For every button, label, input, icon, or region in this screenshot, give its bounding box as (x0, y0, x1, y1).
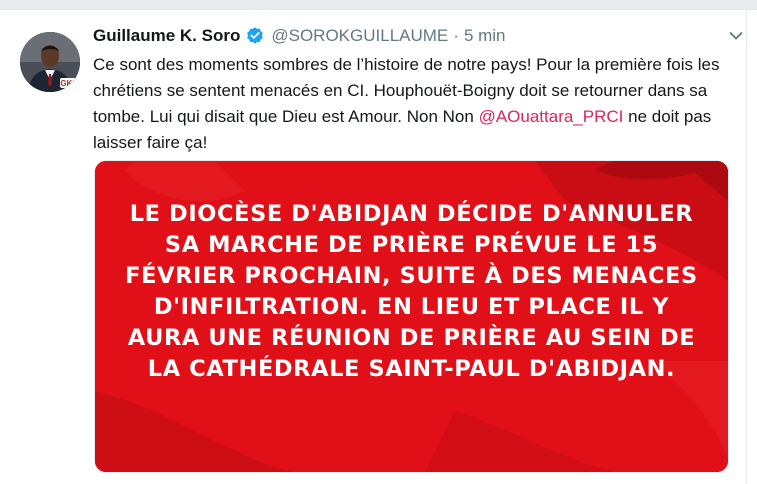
timeline-top-divider (0, 0, 757, 10)
avatar-badge-text: GKS (60, 79, 78, 88)
chevron-down-icon[interactable] (728, 28, 744, 44)
author-display-name[interactable]: Guillaume K. Soro (93, 26, 240, 46)
page: GKS Guillaume K. Soro @SOROKGUILLAUME · … (0, 0, 757, 484)
verified-badge-icon (245, 26, 265, 46)
timeline-right-border (746, 10, 747, 484)
header-separator: · (453, 26, 459, 45)
tweet-timestamp[interactable]: 5 min (464, 26, 506, 46)
tweet-header: Guillaume K. Soro @SOROKGUILLAUME · 5 mi… (93, 23, 743, 49)
tweet-image[interactable]: LE DIOCÈSE D'ABIDJAN DÉCIDE D'ANNULER SA… (94, 160, 729, 473)
tweet-text: Ce sont des moments sombres de l’histoir… (93, 52, 723, 156)
tweet-content: Guillaume K. Soro @SOROKGUILLAUME · 5 mi… (93, 23, 743, 156)
tweet[interactable]: GKS Guillaume K. Soro @SOROKGUILLAUME · … (0, 10, 746, 484)
avatar-image: GKS (20, 32, 80, 92)
avatar[interactable]: GKS (20, 32, 80, 92)
author-handle[interactable]: @SOROKGUILLAUME (271, 26, 448, 46)
image-announcement-text: LE DIOCÈSE D'ABIDJAN DÉCIDE D'ANNULER SA… (125, 201, 698, 382)
mention-link[interactable]: @AOuattara_PRCI (479, 107, 624, 126)
